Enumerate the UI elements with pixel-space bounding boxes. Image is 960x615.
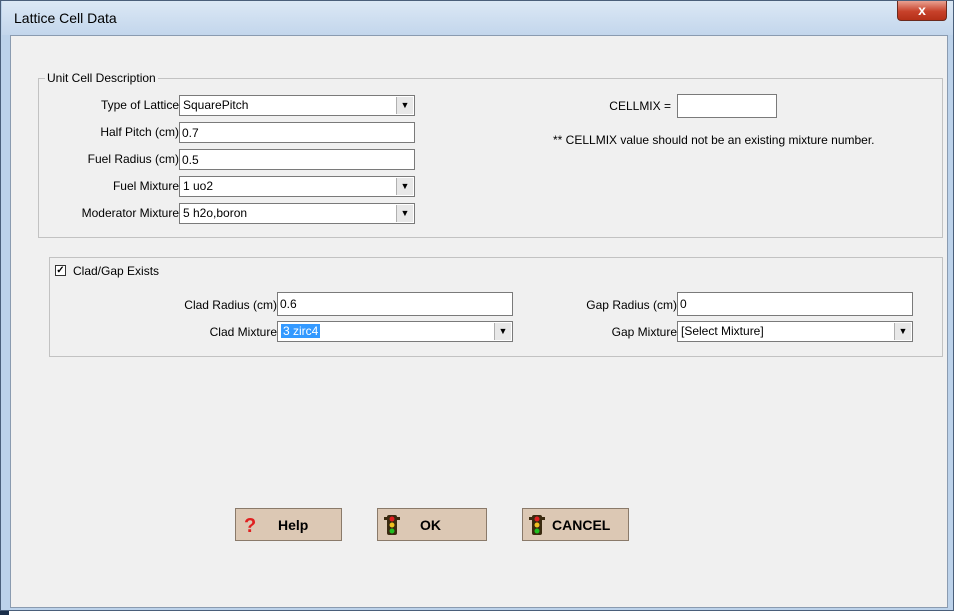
traffic-light-icon [529, 514, 545, 536]
dialog-window: Lattice Cell Data x Unit Cell Descriptio… [0, 0, 954, 611]
window-title: Lattice Cell Data [14, 10, 117, 26]
type-of-lattice-select[interactable]: SquarePitch ▼ [179, 95, 415, 116]
svg-text:?: ? [244, 515, 256, 536]
help-button[interactable]: ? Help [235, 508, 342, 541]
fuel-mixture-value: 1 uo2 [183, 179, 214, 193]
moderator-mixture-select[interactable]: 5 h2o,boron ▼ [179, 203, 415, 224]
gap-mixture-label: Gap Mixture [611, 325, 677, 339]
fuel-radius-label: Fuel Radius (cm) [87, 152, 179, 166]
question-mark-icon: ? [242, 514, 258, 537]
title-bar[interactable]: Lattice Cell Data x [2, 1, 953, 35]
fuel-mixture-select[interactable]: 1 uo2 ▼ [179, 176, 415, 197]
gap-radius-input[interactable] [677, 292, 913, 316]
close-button[interactable]: x [897, 1, 947, 21]
chevron-down-icon[interactable]: ▼ [396, 205, 413, 222]
type-of-lattice-value: SquarePitch [183, 98, 249, 112]
half-pitch-input[interactable] [179, 122, 415, 143]
moderator-mixture-value: 5 h2o,boron [183, 206, 248, 220]
clad-mixture-select[interactable]: 3 zirc4 ▼ [277, 321, 513, 342]
cancel-button-label: CANCEL [552, 517, 611, 533]
gap-mixture-select[interactable]: [Select Mixture] ▼ [677, 321, 913, 342]
help-button-label: Help [278, 517, 309, 533]
clad-gap-checkbox-label: Clad/Gap Exists [73, 264, 160, 278]
type-of-lattice-label: Type of Lattice [100, 98, 179, 112]
cellmix-note: ** CELLMIX value should not be an existi… [553, 133, 875, 147]
traffic-light-icon [384, 514, 400, 536]
unit-cell-legend: Unit Cell Description [45, 71, 158, 85]
gap-radius-label: Gap Radius (cm) [586, 298, 677, 312]
close-icon: x [918, 2, 926, 18]
clad-mixture-label: Clad Mixture [209, 325, 277, 339]
half-pitch-label: Half Pitch (cm) [100, 125, 179, 139]
ok-button[interactable]: OK [377, 508, 487, 541]
chevron-down-icon[interactable]: ▼ [494, 323, 511, 340]
clad-mixture-value: 3 zirc4 [281, 324, 321, 338]
cellmix-label: CELLMIX = [609, 99, 671, 113]
dialog-client-area: Unit Cell Description Type of Lattice Sq… [10, 35, 948, 608]
chevron-down-icon[interactable]: ▼ [396, 178, 413, 195]
gap-mixture-value: [Select Mixture] [681, 324, 764, 338]
fuel-mixture-label: Fuel Mixture [112, 179, 179, 193]
moderator-mixture-label: Moderator Mixture [81, 206, 179, 220]
cancel-button[interactable]: CANCEL [522, 508, 629, 541]
clad-gap-checkbox[interactable]: ✓ [55, 265, 66, 276]
fuel-radius-input[interactable] [179, 149, 415, 170]
ok-button-label: OK [420, 517, 441, 533]
clad-radius-input[interactable] [277, 292, 513, 316]
clad-radius-label: Clad Radius (cm) [184, 298, 277, 312]
chevron-down-icon[interactable]: ▼ [894, 323, 911, 340]
cellmix-input[interactable] [677, 94, 777, 118]
chevron-down-icon[interactable]: ▼ [396, 97, 413, 114]
